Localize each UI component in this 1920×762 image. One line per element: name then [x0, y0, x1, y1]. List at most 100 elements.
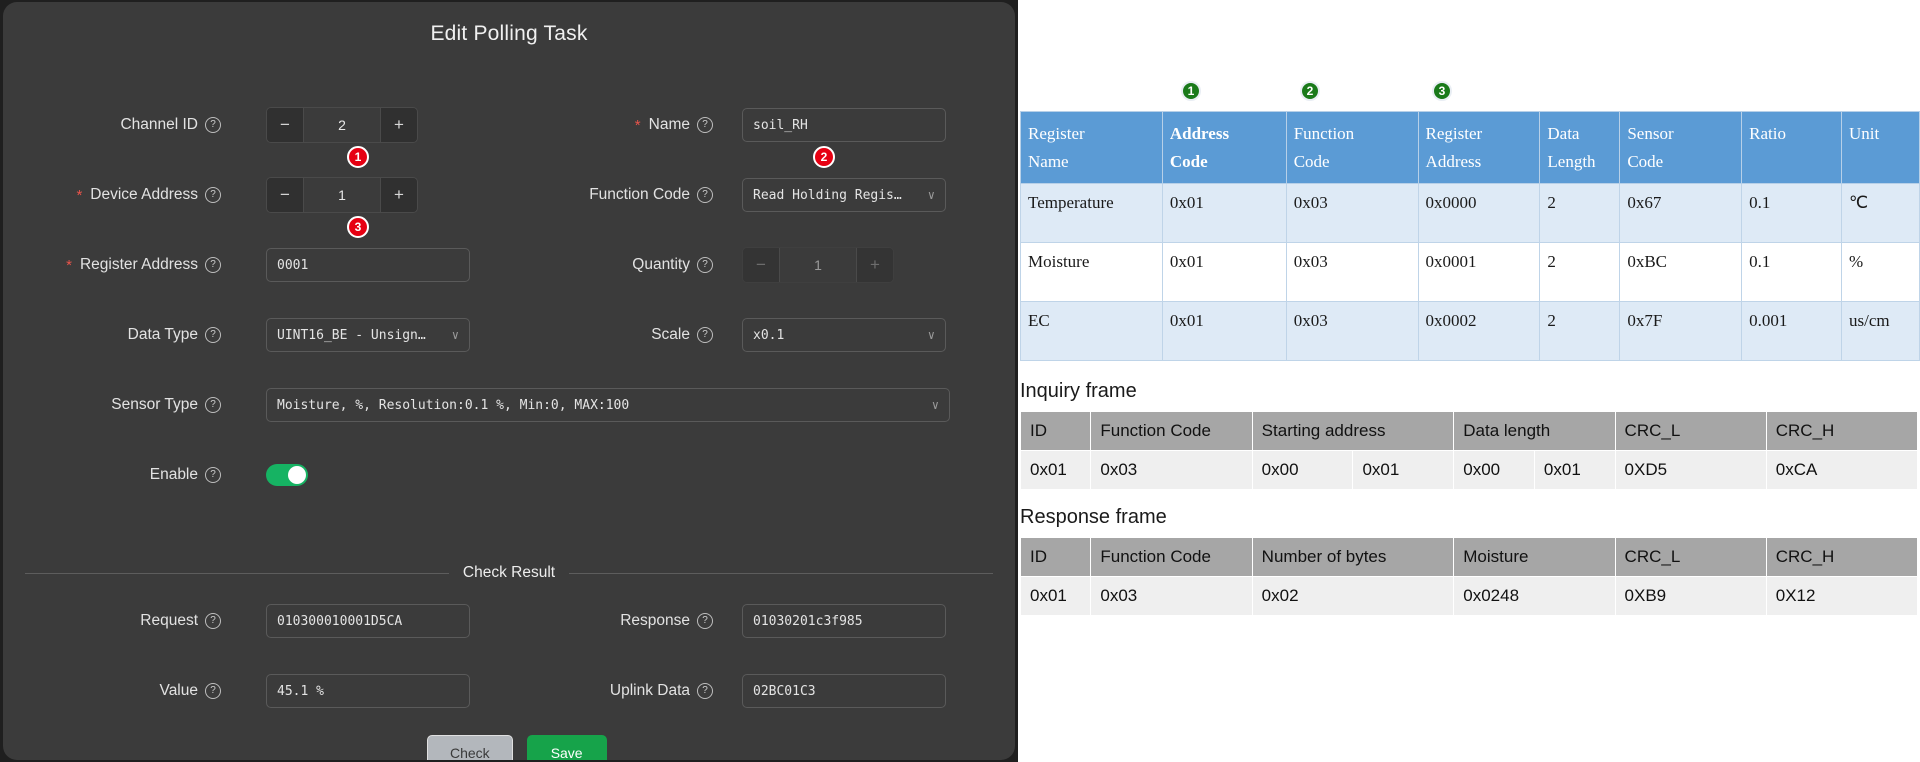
- check-result-caption: Check Result: [462, 564, 556, 581]
- cell-function-code: 0x03: [1285, 183, 1419, 244]
- cell-starting-address-hi: 0x00: [1251, 450, 1354, 490]
- name-label: * Name ?: [523, 116, 713, 134]
- name-input[interactable]: soil_RH: [742, 108, 946, 142]
- channel-id-decrement-button[interactable]: −: [267, 108, 303, 142]
- cell-register-name: Temperature: [1020, 183, 1163, 244]
- quantity-increment-button: +: [857, 248, 893, 282]
- table-header-row: Register Name Address Code Function Code…: [1020, 110, 1920, 185]
- data-type-label-text: Data Type: [127, 326, 198, 343]
- sensor-type-select[interactable]: Moisture, %, Resolution:0.1 %, Min:0, MA…: [266, 388, 950, 422]
- cell-address-code: 0x01: [1161, 242, 1287, 303]
- col-register-name: Register Name: [1020, 110, 1163, 185]
- name-label-text: Name: [648, 116, 690, 133]
- channel-id-label-text: Channel ID: [120, 116, 198, 133]
- field-row-scale: Scale ? x0.1 ∨: [523, 318, 946, 352]
- request-label: Request ?: [3, 612, 221, 630]
- response-frame-table: ID Function Code Number of bytes Moistur…: [1019, 537, 1919, 616]
- field-row-channel-id: Channel ID ? − 2 +: [3, 107, 418, 143]
- cell-register-name: Moisture: [1020, 242, 1163, 303]
- field-row-sensor-type: Sensor Type ? Moisture, %, Resolution:0.…: [3, 388, 950, 422]
- data-type-select[interactable]: UINT16_BE - Unsign… ∨: [266, 318, 470, 352]
- chevron-down-icon: ∨: [927, 188, 935, 202]
- required-indicator: *: [76, 186, 83, 204]
- device-address-stepper[interactable]: − 1 +: [266, 177, 418, 213]
- table-header-row: ID Function Code Number of bytes Moistur…: [1019, 537, 1919, 577]
- request-input[interactable]: 010300010001D5CA: [266, 604, 470, 638]
- check-button[interactable]: Check: [427, 735, 513, 760]
- channel-id-increment-button[interactable]: +: [381, 108, 417, 142]
- help-icon[interactable]: ?: [697, 613, 713, 629]
- scale-label-text: Scale: [651, 326, 690, 343]
- uplink-data-input[interactable]: 02BC01C3: [742, 674, 946, 708]
- quantity-input: 1: [779, 248, 857, 282]
- cell-address-code: 0x01: [1161, 301, 1287, 362]
- function-code-label-text: Function Code: [589, 186, 690, 203]
- toggle-knob: [288, 466, 306, 484]
- col-crc-h: CRC_H: [1765, 537, 1919, 577]
- response-frame-caption: Response frame: [1020, 506, 1167, 528]
- help-icon[interactable]: ?: [205, 683, 221, 699]
- help-icon[interactable]: ?: [205, 187, 221, 203]
- help-icon[interactable]: ?: [697, 187, 713, 203]
- function-code-value: Read Holding Regis…: [753, 187, 902, 203]
- help-icon[interactable]: ?: [205, 397, 221, 413]
- help-icon[interactable]: ?: [697, 683, 713, 699]
- help-icon[interactable]: ?: [205, 257, 221, 273]
- channel-id-input[interactable]: 2: [303, 108, 381, 142]
- col-function-code: Function Code: [1285, 110, 1419, 185]
- col-starting-address: Starting address: [1251, 411, 1455, 451]
- help-icon[interactable]: ?: [205, 327, 221, 343]
- field-row-function-code: Function Code ? Read Holding Regis… ∨: [523, 178, 946, 212]
- quantity-label: Quantity ?: [523, 256, 713, 274]
- help-icon[interactable]: ?: [697, 117, 713, 133]
- col-crc-l: CRC_L: [1614, 537, 1767, 577]
- cell-moisture: 0x0248: [1453, 576, 1616, 616]
- scale-value: x0.1: [753, 327, 785, 343]
- help-icon[interactable]: ?: [205, 613, 221, 629]
- quantity-label-text: Quantity: [632, 256, 690, 273]
- cell-data-length-lo: 0x01: [1533, 450, 1616, 490]
- register-map-table: Register Name Address Code Function Code…: [1020, 110, 1920, 362]
- inquiry-frame-caption: Inquiry frame: [1020, 380, 1137, 402]
- marker-badge-1: 1: [347, 146, 369, 168]
- help-icon[interactable]: ?: [205, 467, 221, 483]
- col-crc-h: CRC_H: [1765, 411, 1919, 451]
- table-row: Temperature 0x01 0x03 0x0000 2 0x67 0.1 …: [1020, 183, 1920, 244]
- register-address-label: * Register Address ?: [3, 256, 221, 274]
- col-function-code: Function Code: [1090, 537, 1253, 577]
- response-label-text: Response: [620, 612, 690, 629]
- col-moisture: Moisture: [1453, 537, 1616, 577]
- save-button[interactable]: Save: [526, 735, 607, 760]
- value-input[interactable]: 45.1 %: [266, 674, 470, 708]
- quantity-decrement-button: −: [743, 248, 779, 282]
- chevron-down-icon: ∨: [931, 398, 939, 412]
- inquiry-frame-table: ID Function Code Starting address Data l…: [1019, 411, 1919, 490]
- divider-line-right: [569, 572, 993, 574]
- cell-data-length: 2: [1539, 242, 1621, 303]
- table-header-row: ID Function Code Starting address Data l…: [1019, 411, 1919, 451]
- response-input[interactable]: 01030201c3f985: [742, 604, 946, 638]
- field-row-uplink-data: Uplink Data ? 02BC01C3: [523, 674, 946, 708]
- help-icon[interactable]: ?: [697, 257, 713, 273]
- scale-select[interactable]: x0.1 ∨: [742, 318, 946, 352]
- function-code-select[interactable]: Read Holding Regis… ∨: [742, 178, 946, 212]
- device-address-increment-button[interactable]: +: [381, 178, 417, 212]
- channel-id-stepper[interactable]: − 2 +: [266, 107, 418, 143]
- cell-ratio: 0.001: [1741, 301, 1842, 362]
- help-icon[interactable]: ?: [205, 117, 221, 133]
- cell-data-length: 2: [1539, 183, 1621, 244]
- enable-toggle[interactable]: [266, 464, 308, 486]
- cell-address-code: 0x01: [1161, 183, 1287, 244]
- cell-register-name: EC: [1020, 301, 1163, 362]
- device-address-input[interactable]: 1: [303, 178, 381, 212]
- dialog-actions: Check Save: [427, 735, 607, 760]
- cell-function-code: 0x03: [1285, 242, 1419, 303]
- help-icon[interactable]: ?: [697, 327, 713, 343]
- edit-polling-task-dialog: Edit Polling Task Channel ID ? − 2 + * N…: [3, 2, 1015, 760]
- cell-ratio: 0.1: [1741, 183, 1842, 244]
- doc-marker-badge-3: 3: [1432, 81, 1452, 101]
- sensor-type-value: Moisture, %, Resolution:0.1 %, Min:0, MA…: [277, 397, 630, 413]
- device-address-decrement-button[interactable]: −: [267, 178, 303, 212]
- cell-function-code: 0x03: [1285, 301, 1419, 362]
- register-address-input[interactable]: 0001: [266, 248, 470, 282]
